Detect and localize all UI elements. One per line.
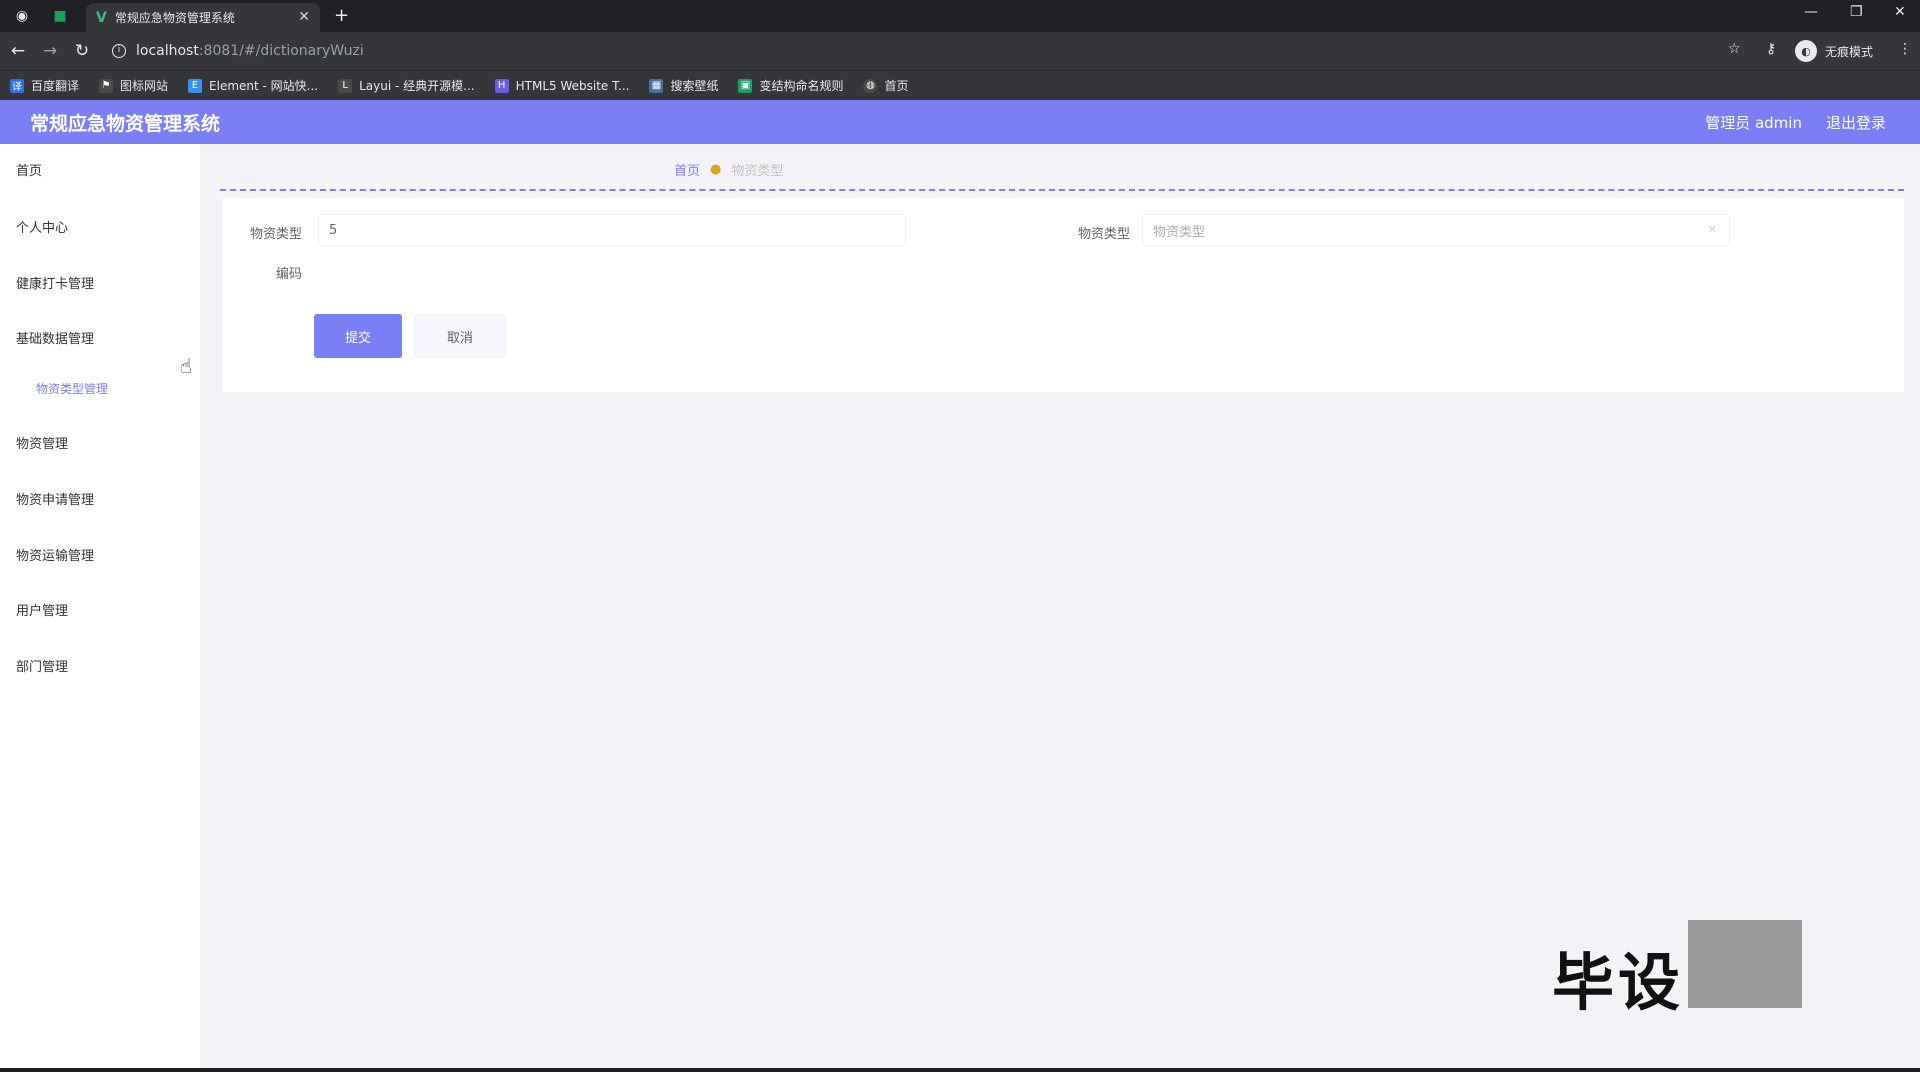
logout-link[interactable]: 退出登录	[1826, 112, 1886, 133]
address-bar: ← → ↻ i localhost:8081/#/dictionaryWuzi …	[0, 32, 1920, 70]
forward-icon[interactable]: →	[40, 41, 60, 61]
material-type-name-input[interactable]: 物资类型 ✕	[1142, 214, 1730, 246]
active-tab[interactable]: V 常规应急物资管理系统 ✕	[86, 3, 320, 32]
layui-icon: L	[338, 78, 353, 93]
bookmark-item[interactable]: ▦ 搜索壁纸	[649, 77, 718, 94]
new-tab-icon[interactable]: +	[334, 5, 349, 26]
element-icon: E	[188, 78, 203, 93]
bookmark-item[interactable]: 译百度翻译	[10, 77, 79, 94]
sidebar-item-basic-data[interactable]: 基础数据管理	[16, 328, 94, 347]
sidebar-subitem-material-type[interactable]: 物资类型管理	[36, 380, 108, 397]
minimize-icon[interactable]: —	[1804, 4, 1818, 20]
back-icon[interactable]: ←	[8, 41, 28, 61]
blurred-watermark-region	[1688, 920, 1802, 1008]
translate-icon: 译	[10, 78, 24, 93]
breadcrumb-home[interactable]: 首页	[674, 160, 700, 179]
material-type-name-label: 物资类型	[1077, 227, 1130, 242]
bottom-edge	[0, 1068, 1920, 1072]
reload-icon[interactable]: ↻	[72, 41, 92, 61]
browser-menu-icon[interactable]: ◉	[12, 6, 32, 26]
incognito-indicator[interactable]: ◐ 无痕模式	[1795, 40, 1873, 62]
app-title: 常规应急物资管理系统	[30, 112, 221, 135]
flag-icon: ⚑	[99, 78, 114, 93]
tab-title: 常规应急物资管理系统	[114, 11, 235, 25]
close-tab-icon[interactable]: ✕	[298, 9, 310, 25]
bookmark-item[interactable]: ▣ 变结构命名规则	[738, 77, 843, 94]
cancel-button[interactable]: 取消	[414, 314, 506, 358]
site-info-icon[interactable]: i	[112, 44, 126, 58]
kebab-menu-icon[interactable]: ⋮	[1898, 41, 1912, 57]
html5-icon: H	[494, 78, 509, 93]
current-user: 管理员 admin	[1705, 113, 1802, 132]
bookmark-item[interactable]: ⚑ 图标网站	[99, 77, 168, 94]
breadcrumb: 首页 ● 物资类型	[674, 160, 783, 179]
clear-icon[interactable]: ✕	[1708, 223, 1717, 236]
sidebar-item-departments[interactable]: 部门管理	[16, 656, 68, 675]
bookmark-item[interactable]: L Layui - 经典开源模...	[338, 77, 475, 94]
material-type-name-placeholder: 物资类型	[1153, 224, 1206, 240]
sidebar-item-materials[interactable]: 物资管理	[16, 433, 68, 452]
watermark-text: 毕设	[1552, 946, 1685, 1019]
wallpaper-icon: ▦	[649, 78, 664, 93]
divider	[220, 189, 1904, 191]
url-path: :8081/#/dictionaryWuzi	[198, 43, 364, 59]
close-window-icon[interactable]: ✕	[1894, 4, 1906, 20]
breadcrumb-current: 物资类型	[731, 164, 784, 179]
bookmark-item[interactable]: ◍ 首页	[863, 77, 909, 94]
submit-button[interactable]: 提交	[314, 314, 402, 358]
pinned-tab-icon[interactable]: ■	[50, 6, 70, 26]
url-field[interactable]: i localhost:8081/#/dictionaryWuzi	[112, 40, 364, 62]
hand-cursor-icon: ☝	[180, 354, 193, 378]
material-type-id-input[interactable]: 5	[318, 214, 906, 246]
form-card: 物资类型 5 物资类型 物资类型 ✕ 编码 提交 取消	[222, 198, 1904, 392]
material-type-id-value: 5	[329, 222, 338, 238]
sidebar-item-health-checkin[interactable]: 健康打卡管理	[16, 273, 94, 292]
bookmarks-bar: 译百度翻译 ⚑ 图标网站 E Element - 网站快... L Layui - 经…	[0, 70, 1920, 100]
bookmark-item[interactable]: E Element - 网站快...	[188, 77, 318, 94]
naming-icon: ▣	[738, 78, 753, 93]
sidebar-item-users[interactable]: 用户管理	[16, 600, 68, 619]
vue-favicon-icon: V	[96, 9, 107, 26]
sidebar-item-profile[interactable]: 个人中心	[16, 217, 68, 236]
app-header: 常规应急物资管理系统 管理员 admin 退出登录	[0, 100, 1920, 144]
incognito-label: 无痕模式	[1825, 44, 1874, 59]
sidebar: 首页 个人中心 健康打卡管理 基础数据管理 物资类型管理 物资管理 物资申请管理…	[0, 144, 200, 1068]
material-type-id-label: 物资类型	[249, 227, 302, 242]
breadcrumb-separator-icon: ●	[710, 162, 722, 177]
sidebar-item-material-requests[interactable]: 物资申请管理	[16, 489, 94, 508]
sidebar-item-material-transport[interactable]: 物资运输管理	[16, 545, 94, 564]
globe-icon: ◍	[863, 78, 878, 93]
code-label: 编码	[275, 267, 302, 282]
restore-icon[interactable]: ❐	[1850, 4, 1863, 20]
url-host: localhost	[136, 43, 199, 59]
sidebar-item-home[interactable]: 首页	[16, 160, 42, 179]
bookmark-item[interactable]: H HTML5 Website T...	[494, 78, 629, 93]
password-key-icon[interactable]: ⚷	[1766, 41, 1776, 57]
browser-tab-bar: ◉ ■ V 常规应急物资管理系统 ✕ + — ❐ ✕	[0, 0, 1920, 32]
incognito-icon: ◐	[1795, 40, 1817, 62]
bookmark-star-icon[interactable]: ☆	[1728, 41, 1741, 57]
